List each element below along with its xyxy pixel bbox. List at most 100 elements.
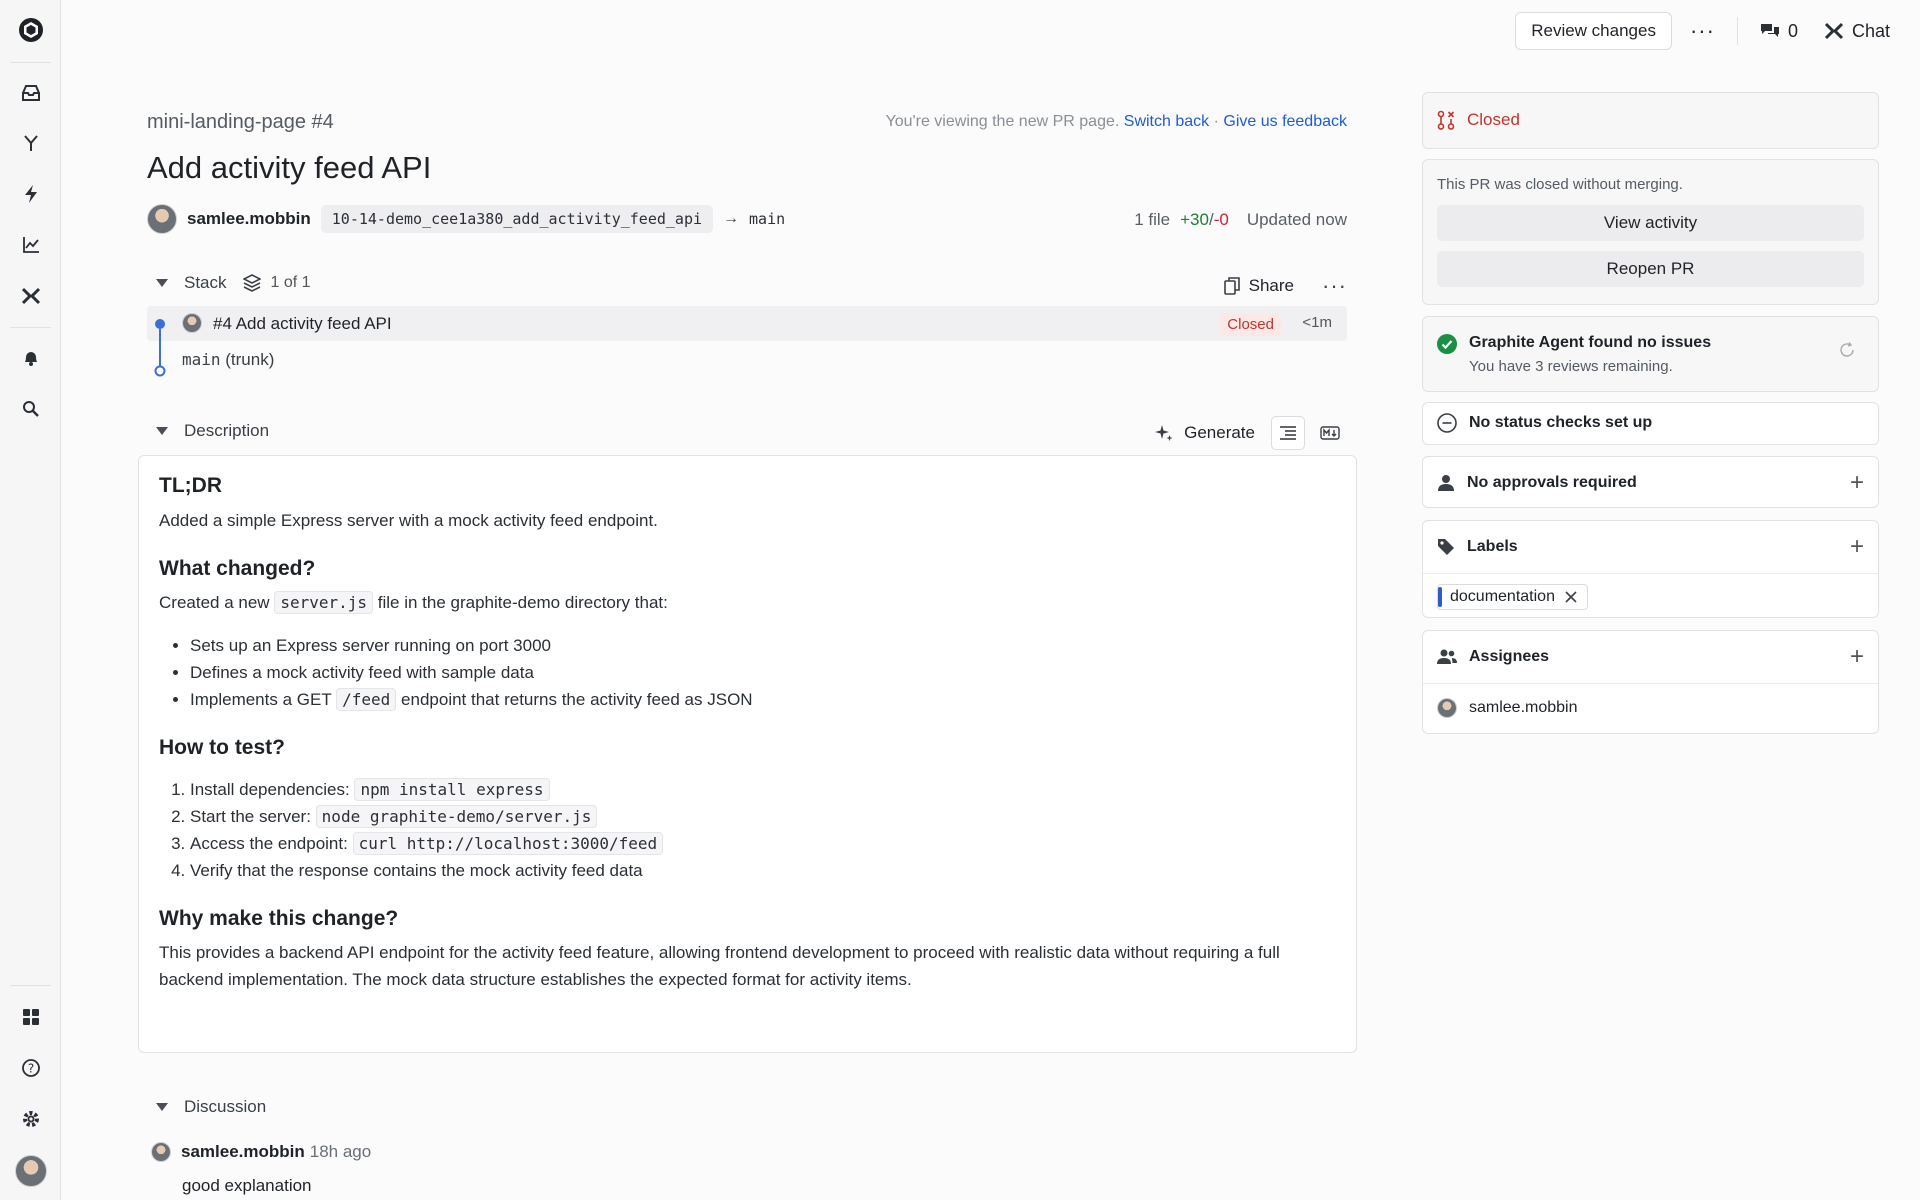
approvals-label: No approvals required [1467,474,1637,491]
changed-post: file in the graphite-demo directory that… [377,593,668,612]
changed-pre: Created a new [159,593,270,612]
share-button[interactable]: Share [1223,276,1294,296]
heading-what-changed: What changed? [159,557,316,580]
person-icon [1438,475,1454,491]
switch-back-link[interactable]: Switch back [1124,113,1209,130]
stack-graph-line [154,319,166,377]
comment-time: 18h ago [309,1142,372,1161]
insights-chart-icon[interactable] [18,232,44,258]
list-view-icon [1280,426,1296,440]
assignees-title: Assignees [1469,648,1550,665]
deletions: -0 [1213,210,1229,229]
assignee-avatar [1437,698,1457,718]
comment-author[interactable]: samlee.mobbin [181,1142,305,1162]
apps-grid-icon[interactable] [18,1004,44,1030]
new-page-notice: You're viewing the new PR page. Switch b… [886,113,1347,131]
generate-label: Generate [1184,423,1255,442]
settings-gear-icon[interactable] [18,1106,44,1132]
caret-down-icon [156,279,168,287]
stack-header[interactable]: Stack 1 of 1 [147,273,311,293]
assignee-name: samlee.mobbin [1469,699,1578,716]
description-header[interactable]: Description [147,421,269,441]
inbox-icon[interactable] [18,80,44,106]
closed-message: This PR was closed without merging. [1437,176,1683,193]
bell-icon[interactable] [18,345,44,371]
source-branch[interactable]: 10-14-demo_cee1a380_add_activity_feed_ap… [320,205,714,233]
status-checks-box: No status checks set up [1422,402,1879,445]
test-steps: Install dependencies: npm install expres… [159,776,1336,884]
graphite-agent-icon [1824,22,1844,40]
description-body: TL;DR Added a simple Express server with… [138,455,1357,1053]
graphite-logo-icon[interactable] [18,17,44,43]
notice-text: You're viewing the new PR page. [885,113,1120,130]
discussion-header[interactable]: Discussion [147,1097,266,1117]
stack-item-status-badge: Closed [1220,313,1281,336]
pr-stats: 1 file +30/-0 Updated now [1134,210,1347,230]
markdown-icon [1320,426,1340,440]
add-approver-icon[interactable]: + [1850,471,1864,495]
user-avatar[interactable] [15,1155,47,1187]
help-icon[interactable]: ? [18,1055,44,1081]
repo-pr-number: mini-landing-page #4 [147,111,334,133]
pr-status-box: Closed [1422,92,1879,149]
page-title: Add activity feed API [147,150,432,185]
pr-closed-icon [1437,110,1455,130]
step2-code: node graphite-demo/server.js [315,805,598,828]
search-icon[interactable] [18,396,44,422]
tldr-text: Added a simple Express server with a moc… [159,511,658,530]
stack-item-title[interactable]: #4 Add activity feed API [213,314,392,334]
view-activity-button[interactable]: View activity [1437,205,1864,241]
graphite-agent-icon[interactable] [18,283,44,309]
check-circle-icon [1437,334,1457,359]
stack-item[interactable]: #4 Add activity feed API Closed <1m [147,306,1347,377]
discussion-label: Discussion [184,1097,267,1116]
author-name[interactable]: samlee.mobbin [187,209,311,229]
merge-icon[interactable] [18,130,44,156]
feedback-link[interactable]: Give us feedback [1223,113,1347,130]
more-options-button[interactable]: ··· [1682,12,1723,50]
bullet3-post: endpoint that returns the activity feed … [401,690,753,709]
chat-button[interactable]: Chat [1816,12,1898,50]
list-item: Sets up an Express server running on por… [190,632,1336,659]
list-item: Start the server: node graphite-demo/ser… [190,803,1336,830]
assignee-row[interactable]: samlee.mobbin [1423,684,1878,732]
trunk-branch: main [182,350,221,369]
author-avatar[interactable] [147,204,177,234]
add-label-icon[interactable]: + [1850,535,1864,559]
sparkle-icon [1155,425,1173,441]
generate-button[interactable]: Generate [1154,423,1255,443]
description-actions: Generate [1154,416,1347,450]
close-icon[interactable] [1565,591,1577,603]
description-label: Description [184,421,270,440]
pr-status-label: Closed [1467,110,1520,129]
minus-circle-icon [1437,413,1457,433]
stack-actions: Share ··· [1223,273,1347,299]
reopen-pr-button[interactable]: Reopen PR [1437,251,1864,287]
rich-text-view-button[interactable] [1271,416,1305,450]
people-icon [1437,649,1457,664]
comment-avatar[interactable] [151,1142,171,1162]
chat-label: Chat [1851,20,1890,41]
list-item: Verify that the response contains the mo… [190,857,1336,884]
pr-meta: samlee.mobbin 10-14-demo_cee1a380_add_ac… [147,204,785,234]
agent-review-box: Graphite Agent found no issues You have … [1422,316,1879,392]
markdown-view-button[interactable] [1313,416,1347,450]
caret-down-icon [156,427,168,435]
status-checks-label: No status checks set up [1469,414,1653,431]
add-assignee-icon[interactable]: + [1850,645,1864,669]
refresh-icon[interactable] [1838,341,1856,364]
file-count[interactable]: 1 file [1134,210,1170,230]
comments-button[interactable]: 0 [1752,12,1806,50]
agent-title: Graphite Agent found no issues [1469,334,1712,351]
labels-box: Labels + documentation [1422,520,1879,618]
heading-tldr: TL;DR [159,474,222,497]
target-branch: main [749,210,786,228]
label-chip[interactable]: documentation [1437,584,1588,610]
tag-icon [1438,539,1454,555]
stack-more-button[interactable]: ··· [1322,273,1347,299]
top-toolbar: Review changes ··· 0 Chat [1515,12,1898,50]
review-changes-button[interactable]: Review changes [1515,12,1672,50]
updated-time: Updated now [1246,210,1347,229]
changed-text: Created a new server.js file in the grap… [159,589,1336,616]
lightning-icon[interactable] [18,181,44,207]
